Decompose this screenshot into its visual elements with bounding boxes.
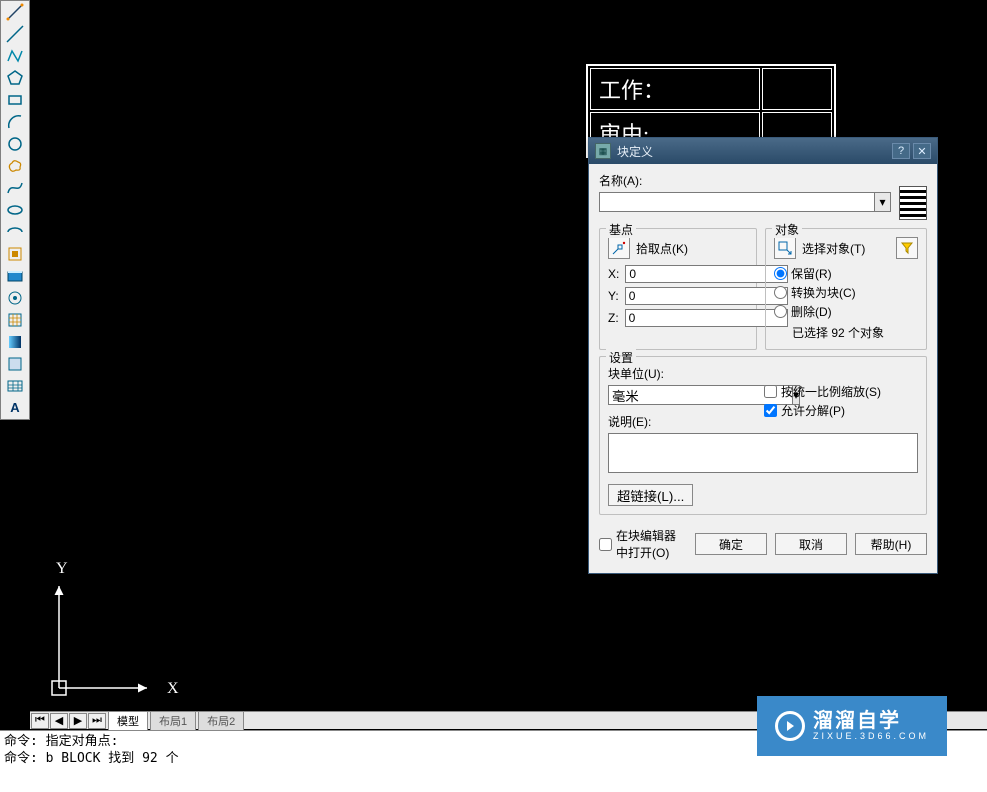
watermark-badge: 溜溜自学 ZIXUE.3D66.COM [757, 696, 947, 756]
select-objects-button[interactable] [774, 237, 796, 259]
block-name-input[interactable] [599, 192, 875, 212]
tool-revcloud-icon[interactable] [1, 155, 29, 177]
tab-model[interactable]: 模型 [108, 711, 148, 731]
dialog-title: 块定义 [617, 143, 653, 160]
help-button[interactable]: 帮助(H) [855, 533, 927, 555]
y-input[interactable] [625, 287, 788, 305]
tab-nav-next-icon[interactable]: ▶ [69, 713, 87, 729]
tool-circle-icon[interactable] [1, 133, 29, 155]
pick-point-label: 拾取点(K) [636, 240, 688, 257]
dialog-app-icon: ▦ [595, 143, 611, 159]
tool-hatch-icon[interactable] [1, 309, 29, 331]
settings-group: 设置 块单位(U): ▾ 说明(E): 按统一比例缩放(S) 允许分解(P) 超… [599, 356, 927, 515]
tab-layout1[interactable]: 布局1 [150, 711, 196, 731]
description-label: 说明(E): [608, 413, 756, 430]
work-label: 工作： [590, 68, 760, 110]
play-icon [775, 711, 805, 741]
retain-radio[interactable] [774, 267, 787, 280]
tool-region-icon[interactable] [1, 353, 29, 375]
unit-label: 块单位(U): [608, 365, 756, 382]
tool-spline-icon[interactable] [1, 177, 29, 199]
basepoint-group: 基点 拾取点(K) X: Y: Z: [599, 228, 757, 350]
convert-radio[interactable] [774, 286, 787, 299]
objects-legend: 对象 [772, 221, 802, 238]
ucs-y-label: Y [56, 560, 68, 578]
ok-button[interactable]: 确定 [695, 533, 767, 555]
retain-label: 保留(R) [791, 265, 832, 282]
z-input[interactable] [625, 309, 788, 327]
tool-ellipse-icon[interactable] [1, 199, 29, 221]
tool-rectangle-icon[interactable] [1, 89, 29, 111]
open-editor-label: 在块编辑器中打开(O) [616, 527, 687, 561]
selected-count: 已选择 92 个对象 [774, 324, 918, 341]
allow-explode-checkbox[interactable] [764, 404, 777, 417]
z-label: Z: [608, 311, 619, 325]
tool-xline-icon[interactable] [1, 23, 29, 45]
block-preview-icon [899, 186, 927, 220]
left-toolbar: A [0, 0, 30, 420]
watermark-sub: ZIXUE.3D66.COM [813, 732, 929, 742]
svg-text:A: A [10, 400, 20, 415]
tool-gradient-icon[interactable] [1, 331, 29, 353]
tool-arc-icon[interactable] [1, 111, 29, 133]
dialog-titlebar[interactable]: ▦ 块定义 ? ✕ [589, 138, 937, 164]
x-label: X: [608, 267, 619, 281]
tab-nav-first-icon[interactable]: ⏮ [31, 713, 49, 729]
block-name-dropdown-icon[interactable]: ▾ [875, 192, 891, 212]
scale-uniform-label: 按统一比例缩放(S) [781, 383, 881, 400]
basepoint-legend: 基点 [606, 221, 636, 238]
name-label: 名称(A): [599, 172, 891, 189]
tool-pline-icon[interactable] [1, 45, 29, 67]
cancel-button[interactable]: 取消 [775, 533, 847, 555]
tab-nav-last-icon[interactable]: ⏭ [88, 713, 106, 729]
scale-uniform-checkbox[interactable] [764, 385, 777, 398]
description-textarea[interactable] [608, 433, 918, 473]
tool-block-icon[interactable] [1, 265, 29, 287]
delete-radio[interactable] [774, 305, 787, 318]
tool-insert-icon[interactable] [1, 243, 29, 265]
settings-legend: 设置 [606, 349, 636, 366]
convert-label: 转换为块(C) [791, 284, 856, 301]
tool-polygon-icon[interactable] [1, 67, 29, 89]
x-input[interactable] [625, 265, 788, 283]
allow-explode-label: 允许分解(P) [781, 402, 845, 419]
help-button-icon[interactable]: ? [892, 143, 910, 159]
tool-mtext-icon[interactable]: A [1, 397, 29, 419]
tool-table-icon[interactable] [1, 375, 29, 397]
block-definition-dialog: ▦ 块定义 ? ✕ 名称(A): ▾ 基点 拾取 [588, 137, 938, 574]
hyperlink-button[interactable]: 超链接(L)... [608, 484, 693, 506]
tool-line-icon[interactable] [1, 1, 29, 23]
y-label: Y: [608, 289, 619, 303]
tool-point-icon[interactable] [1, 287, 29, 309]
tab-nav-prev-icon[interactable]: ◀ [50, 713, 68, 729]
pick-point-button[interactable] [608, 237, 630, 259]
open-editor-checkbox[interactable] [599, 538, 612, 551]
objects-group: 对象 选择对象(T) 保留(R) 转换为块(C) 删除(D) 已选择 92 个对… [765, 228, 927, 350]
quick-select-button[interactable] [896, 237, 918, 259]
close-button-icon[interactable]: ✕ [913, 143, 931, 159]
delete-label: 删除(D) [791, 303, 832, 320]
tab-layout2[interactable]: 布局2 [198, 711, 244, 731]
tool-ellipsearc-icon[interactable] [1, 221, 29, 243]
select-objects-label: 选择对象(T) [802, 240, 865, 257]
watermark-brand: 溜溜自学 [813, 710, 929, 732]
